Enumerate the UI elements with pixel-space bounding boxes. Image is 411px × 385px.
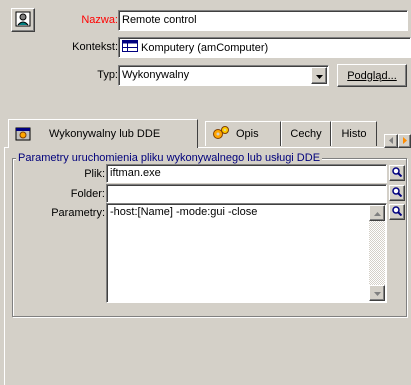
tab-history-label: Histo	[341, 128, 367, 140]
table-icon	[122, 39, 138, 56]
params-browse-button[interactable]	[389, 204, 405, 220]
preview-button[interactable]: Podgląd...	[337, 64, 407, 87]
type-select[interactable]: Wykonywalny	[118, 65, 329, 86]
arrow-down-icon	[373, 287, 381, 299]
params-value: -host:[Name] -mode:gui -close	[110, 206, 258, 218]
file-browse-button[interactable]	[389, 165, 405, 181]
tab-features[interactable]: Cechy	[281, 121, 331, 146]
context-value: Komputery (amComputer)	[141, 41, 269, 54]
folder-field[interactable]	[106, 184, 387, 203]
arrow-up-icon	[373, 207, 381, 219]
folder-label: Folder:	[70, 188, 105, 200]
tab-features-label: Cechy	[290, 128, 322, 140]
magnifier-icon	[392, 166, 403, 180]
folder-browse-button[interactable]	[389, 185, 405, 201]
magnifier-icon	[392, 186, 403, 200]
chevron-down-icon	[315, 70, 323, 82]
preview-button-label: Podgląd...	[347, 69, 397, 82]
person-search-icon	[15, 11, 31, 30]
tab-scroll-left-button[interactable]	[384, 134, 398, 148]
context-label: Kontekst:	[72, 41, 118, 53]
name-label: Nazwa:	[81, 14, 118, 26]
scroll-down-button[interactable]	[369, 285, 385, 301]
magnifier-icon	[392, 205, 403, 219]
params-textarea[interactable]: -host:[Name] -mode:gui -close	[106, 203, 387, 303]
type-dropdown-button[interactable]	[311, 67, 327, 84]
file-field[interactable]: iftman.exe	[106, 164, 387, 183]
gear-executable-icon	[15, 125, 31, 144]
context-field[interactable]: Komputery (amComputer)	[118, 37, 411, 58]
tab-history[interactable]: Histo	[331, 121, 377, 146]
parameters-group-title: Parametry uruchomienia pliku wykonywalne…	[16, 152, 323, 164]
tab-scroll-right-button[interactable]	[398, 134, 411, 148]
tab-description-label: Opis	[236, 128, 259, 140]
tab-description[interactable]: Opis	[205, 121, 281, 146]
tab-executable-label: Wykonywalny lub DDE	[49, 128, 161, 140]
type-value: Wykonywalny	[122, 69, 190, 81]
arrow-left-icon	[389, 135, 393, 147]
type-label: Typ:	[97, 69, 118, 81]
gears-icon	[212, 125, 230, 144]
arrow-right-icon	[402, 135, 407, 147]
params-label: Parametry:	[51, 207, 105, 219]
scroll-up-button[interactable]	[369, 205, 385, 221]
record-icon-button[interactable]	[11, 8, 35, 32]
name-field[interactable]: Remote control	[118, 10, 408, 31]
file-label: Plik:	[84, 168, 105, 180]
params-scrollbar[interactable]	[369, 205, 385, 301]
tab-executable[interactable]: Wykonywalny lub DDE	[8, 119, 198, 148]
